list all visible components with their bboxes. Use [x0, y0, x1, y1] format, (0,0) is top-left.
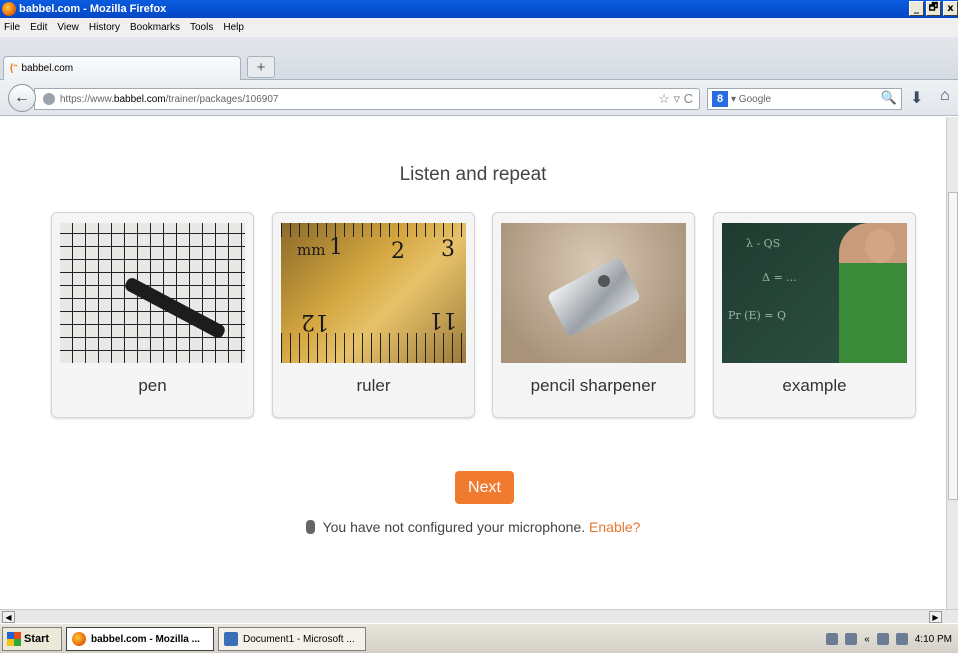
- menu-file[interactable]: File: [4, 22, 20, 33]
- microphone-notice: You have not configured your microphone.…: [0, 519, 946, 535]
- vocab-card-ruler[interactable]: mm 1 2 3 12 11 ruler: [272, 212, 475, 418]
- card-label: pen: [138, 376, 167, 395]
- network-icon[interactable]: [895, 633, 908, 645]
- horizontal-scrollbar[interactable]: ◀ ▶: [0, 609, 958, 623]
- maximize-button[interactable]: 🗗: [926, 1, 941, 16]
- page-title: Listen and repeat: [399, 164, 547, 185]
- firefox-icon: [2, 2, 16, 16]
- scroll-left-arrow-icon[interactable]: ◀: [2, 611, 15, 623]
- url-text: https://www.babbel.com/trainer/packages/…: [60, 93, 279, 105]
- tray-icon[interactable]: [826, 633, 839, 645]
- back-button[interactable]: ←: [8, 84, 36, 112]
- pen-image: [60, 223, 245, 363]
- search-icon[interactable]: 🔍: [881, 90, 897, 106]
- taskbar-label: Document1 - Microsoft ...: [243, 633, 355, 645]
- vocab-card-pencil-sharpener[interactable]: pencil sharpener: [492, 212, 695, 418]
- menu-bookmarks[interactable]: Bookmarks: [130, 22, 180, 33]
- menu-edit[interactable]: Edit: [30, 22, 47, 33]
- next-button[interactable]: Next: [455, 471, 514, 504]
- windows-logo-icon: [7, 632, 21, 646]
- home-icon[interactable]: ⌂: [940, 87, 950, 105]
- pencil-sharpener-image: [501, 223, 686, 363]
- menu-history[interactable]: History: [89, 22, 120, 33]
- scroll-right-arrow-icon[interactable]: ▶: [929, 611, 942, 623]
- taskbar-label: babbel.com - Mozilla ...: [91, 633, 200, 645]
- word-document-icon: [224, 632, 238, 646]
- volume-icon[interactable]: [876, 633, 889, 645]
- taskbar-item-firefox[interactable]: babbel.com - Mozilla ...: [66, 627, 214, 651]
- tray-expand-arrows[interactable]: «: [864, 634, 870, 645]
- url-bar[interactable]: https://www.babbel.com/trainer/packages/…: [34, 88, 700, 110]
- vocab-card-example[interactable]: λ - QS Pr (E) = Q Δ = ... example: [713, 212, 916, 418]
- tab-label: babbel.com: [21, 63, 74, 74]
- tab-strip: (ᵔ babbel.com +: [0, 37, 958, 80]
- vertical-scroll-thumb[interactable]: [948, 192, 958, 500]
- mic-text: You have not configured your microphone.: [322, 519, 586, 535]
- close-button[interactable]: x: [943, 1, 958, 16]
- menu-view[interactable]: View: [57, 22, 79, 33]
- tab-babbel[interactable]: (ᵔ babbel.com: [3, 56, 241, 80]
- enable-microphone-link[interactable]: Enable?: [589, 519, 640, 535]
- download-icon[interactable]: ⬇: [910, 88, 923, 108]
- windows-taskbar: Start babbel.com - Mozilla ... Document1…: [0, 623, 958, 653]
- tray-icon[interactable]: [845, 633, 858, 645]
- chalkboard-image: λ - QS Pr (E) = Q Δ = ...: [722, 223, 907, 363]
- menu-tools[interactable]: Tools: [190, 22, 213, 33]
- search-bar[interactable]: 8 ▾ Google 🔍: [707, 88, 902, 110]
- card-label: example: [782, 376, 847, 395]
- window-titlebar: babbel.com - Mozilla Firefox _ 🗗 x: [0, 0, 958, 18]
- firefox-icon: [72, 632, 86, 646]
- site-identity-icon[interactable]: [43, 93, 55, 105]
- vocab-card-pen[interactable]: pen: [51, 212, 254, 418]
- start-button[interactable]: Start: [2, 627, 62, 651]
- vertical-scrollbar[interactable]: [946, 117, 958, 609]
- microphone-icon: [305, 520, 315, 534]
- card-label: pencil sharpener: [530, 376, 657, 395]
- new-tab-button[interactable]: +: [247, 56, 275, 78]
- window-title: babbel.com - Mozilla Firefox: [19, 3, 167, 15]
- window-controls: _ 🗗 x: [909, 1, 958, 16]
- menu-help[interactable]: Help: [223, 22, 244, 33]
- card-label: ruler: [356, 376, 391, 395]
- bookmark-star-icon[interactable]: ☆ ▿ C: [658, 91, 693, 107]
- system-tray: « 4:10 PM: [822, 627, 956, 651]
- menu-bar: File Edit View History Bookmarks Tools H…: [0, 18, 958, 37]
- navigation-toolbar: https://www.babbel.com/trainer/packages/…: [0, 80, 958, 116]
- babbel-favicon-icon: (ᵔ: [10, 63, 18, 74]
- page-content: Listen and repeat pen mm 1 2 3 12 11 rul…: [0, 117, 946, 609]
- ruler-image: mm 1 2 3 12 11: [281, 223, 466, 363]
- clock: 4:10 PM: [914, 633, 952, 645]
- search-placeholder: ▾ Google: [731, 93, 772, 105]
- taskbar-item-word[interactable]: Document1 - Microsoft ...: [218, 627, 366, 651]
- google-logo-icon[interactable]: 8: [712, 91, 728, 107]
- minimize-button[interactable]: _: [909, 1, 924, 16]
- start-label: Start: [24, 633, 50, 645]
